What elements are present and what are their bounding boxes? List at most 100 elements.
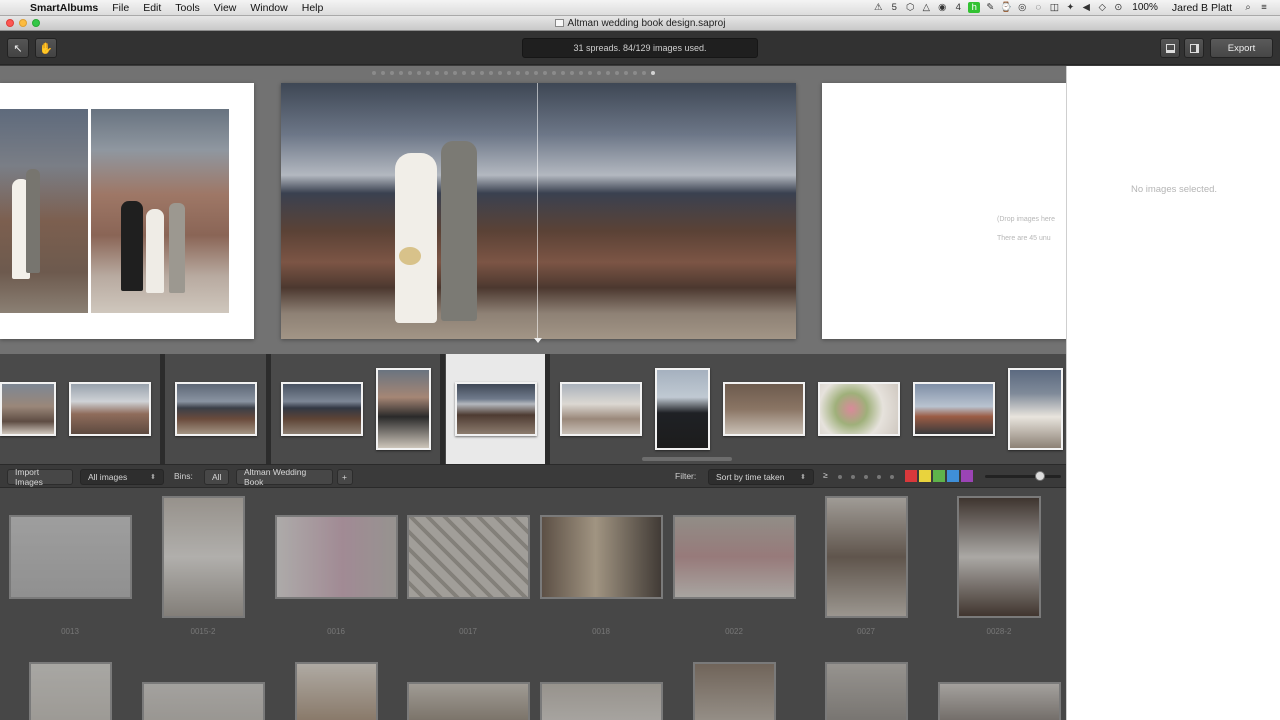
image-thumbnail[interactable] (540, 682, 663, 720)
menu-edit[interactable]: Edit (136, 2, 168, 14)
page-dot[interactable] (633, 71, 637, 75)
image-thumbnail[interactable] (295, 662, 378, 720)
display-icon[interactable]: ◫ (1046, 2, 1062, 13)
wedding-party-photo[interactable] (91, 109, 229, 313)
rating-filter[interactable] (838, 475, 894, 479)
sync-icon[interactable]: ◉ (934, 2, 950, 13)
image-thumbnail[interactable] (29, 662, 112, 720)
rating-star-dot[interactable] (851, 475, 855, 479)
page-dot[interactable] (534, 71, 538, 75)
close-window-button[interactable] (6, 19, 14, 27)
page-dot[interactable] (444, 71, 448, 75)
spotlight-search-icon[interactable]: ⌕ (1240, 2, 1256, 13)
page-dot[interactable] (552, 71, 556, 75)
page-dot[interactable] (561, 71, 565, 75)
page-dot[interactable] (381, 71, 385, 75)
page-dot[interactable] (597, 71, 601, 75)
time-machine-icon[interactable]: ◌ (1030, 2, 1046, 13)
watch-icon[interactable]: ⌚ (998, 2, 1014, 13)
rating-comparison-operator[interactable]: ≥ (823, 470, 828, 480)
image-thumbnail[interactable] (9, 515, 132, 599)
rating-star-dot[interactable] (864, 475, 868, 479)
page-dot[interactable] (579, 71, 583, 75)
couple-canyon-hero-photo[interactable] (281, 83, 796, 339)
page-dot[interactable] (606, 71, 610, 75)
bluetooth-icon[interactable]: ✦ (1062, 2, 1078, 13)
image-browser-grid[interactable]: 0013 0015-2 0016 0017 0018 0022 0027 002… (0, 488, 1066, 720)
image-thumbnail[interactable] (142, 682, 265, 720)
image-thumbnail[interactable] (693, 662, 776, 720)
select-tool-button[interactable]: ↖ (7, 38, 29, 58)
image-thumbnail[interactable] (957, 496, 1041, 618)
page-dot[interactable] (417, 71, 421, 75)
page-dot[interactable] (642, 71, 646, 75)
page-dot[interactable] (543, 71, 547, 75)
warning-icon[interactable]: ⚠ (870, 2, 886, 13)
color-label-swatch[interactable] (947, 470, 959, 482)
menu-view[interactable]: View (207, 2, 244, 14)
image-thumbnail[interactable] (825, 662, 908, 720)
spread-canvas[interactable]: (Drop images here There are 45 unu (0, 66, 1066, 354)
menu-help[interactable]: Help (295, 2, 331, 14)
page-dot[interactable] (588, 71, 592, 75)
thumbnail-size-slider-knob[interactable] (1035, 471, 1045, 481)
page-dot[interactable] (390, 71, 394, 75)
import-images-button[interactable]: Import Images (7, 467, 73, 487)
next-spread[interactable]: (Drop images here There are 45 unu (822, 83, 1066, 339)
filmstrip-thumbnail[interactable] (69, 382, 151, 436)
page-dot[interactable] (426, 71, 430, 75)
filmstrip-thumbnail-selected[interactable] (455, 382, 537, 436)
image-thumbnail[interactable] (825, 496, 908, 618)
minimize-window-button[interactable] (19, 19, 27, 27)
rating-star-dot[interactable] (838, 475, 842, 479)
user-menu[interactable]: Jared B Platt (1164, 2, 1240, 14)
sort-select[interactable]: Sort by time taken ⬍ (708, 469, 814, 485)
menu-file[interactable]: File (105, 2, 136, 14)
add-bin-button[interactable]: + (337, 469, 353, 485)
page-dot[interactable] (489, 71, 493, 75)
app-menu[interactable]: SmartAlbums (28, 2, 105, 14)
page-dot[interactable] (435, 71, 439, 75)
export-button[interactable]: Export (1210, 38, 1273, 58)
page-dot[interactable] (498, 71, 502, 75)
bin-all-button[interactable]: All (204, 469, 229, 485)
color-label-swatch[interactable] (905, 470, 917, 482)
image-thumbnail[interactable] (673, 515, 796, 599)
page-dot[interactable] (399, 71, 403, 75)
evernote-icon[interactable]: h (968, 2, 981, 13)
filmstrip-scrollbar[interactable] (642, 457, 732, 461)
spread-filmstrip[interactable] (0, 354, 1066, 464)
page-dot-current[interactable] (651, 71, 655, 75)
filmstrip-thumbnail[interactable] (0, 382, 56, 436)
page-dot[interactable] (462, 71, 466, 75)
color-label-swatch[interactable] (919, 470, 931, 482)
current-spread[interactable] (281, 83, 796, 339)
filmstrip-thumbnail[interactable] (723, 382, 805, 436)
notification-center-icon[interactable]: ≡ (1256, 2, 1272, 13)
color-label-swatch[interactable] (933, 470, 945, 482)
thumbnail-size-slider[interactable] (985, 475, 1061, 478)
page-dot[interactable] (570, 71, 574, 75)
zoom-window-button[interactable] (32, 19, 40, 27)
page-dot[interactable] (507, 71, 511, 75)
dropbox-icon[interactable]: ⬡ (902, 2, 918, 13)
image-thumbnail[interactable] (407, 682, 530, 720)
page-dot[interactable] (615, 71, 619, 75)
page-dot[interactable] (372, 71, 376, 75)
page-dot[interactable] (516, 71, 520, 75)
page-dot[interactable] (480, 71, 484, 75)
bottom-panel-toggle-button[interactable] (1160, 38, 1180, 58)
rating-star-dot[interactable] (890, 475, 894, 479)
drive-icon[interactable]: △ (918, 2, 934, 13)
image-thumbnail[interactable] (407, 515, 530, 599)
couple-canyon-photo[interactable] (0, 109, 88, 313)
page-dot[interactable] (471, 71, 475, 75)
color-label-filter[interactable] (905, 470, 973, 482)
image-source-select[interactable]: All images ⬍ (80, 469, 164, 485)
color-label-swatch[interactable] (961, 470, 973, 482)
page-dot[interactable] (624, 71, 628, 75)
image-thumbnail[interactable] (540, 515, 663, 599)
filmstrip-thumbnail[interactable] (818, 382, 900, 436)
page-dot[interactable] (408, 71, 412, 75)
rating-star-dot[interactable] (877, 475, 881, 479)
